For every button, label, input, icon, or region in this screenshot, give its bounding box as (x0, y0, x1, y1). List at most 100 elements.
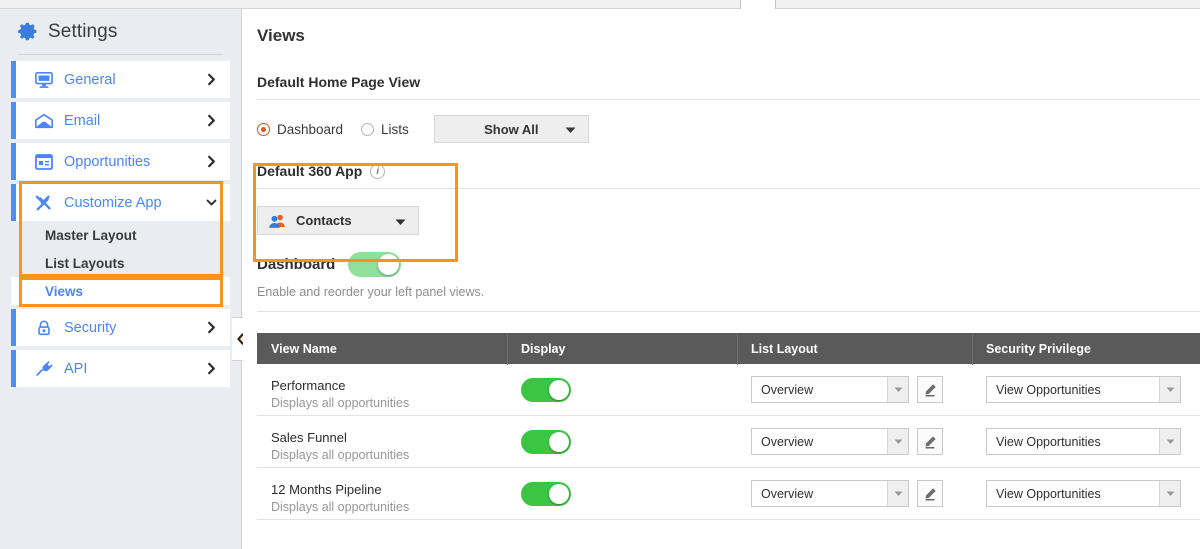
display-toggle[interactable] (521, 481, 571, 506)
default-360-app-header: Default 360 App i (257, 143, 1200, 179)
chevron-down-icon (887, 429, 908, 454)
window-list-icon (35, 153, 53, 170)
lock-icon (38, 319, 50, 335)
info-icon[interactable]: i (370, 163, 386, 179)
dashboard-label: Dashboard (257, 256, 336, 273)
sidebar-item-opportunities[interactable]: Opportunities (11, 143, 230, 180)
default-360-app-title: Default 360 App (257, 163, 363, 179)
chevron-right-icon (208, 155, 215, 168)
dashboard-toggle[interactable] (348, 252, 402, 277)
chevron-down-icon (206, 199, 217, 206)
edit-layout-button[interactable] (917, 480, 943, 507)
section-title: Default Home Page View (257, 74, 421, 90)
toggle-knob (549, 431, 569, 452)
home-view-type-radiogroup: Dashboard Lists Show All (257, 100, 1200, 143)
dashboard-helper-text: Enable and reorder your left panel views… (257, 285, 485, 299)
column-header-view-name: View Name (271, 341, 337, 356)
chevron-down-icon (395, 219, 406, 225)
dashboard-divider (257, 311, 1200, 312)
toggle-knob (549, 379, 569, 400)
show-all-label: Show All (484, 121, 539, 137)
sidebar-subitem-master-layout[interactable]: Master Layout (11, 221, 230, 249)
chevron-down-icon (1159, 481, 1180, 506)
chevron-down-icon (1159, 377, 1180, 402)
sidebar-item-email[interactable]: Email (11, 102, 230, 139)
chevron-right-icon (208, 73, 215, 86)
sidebar-item-label: General (64, 71, 116, 88)
tools-icon (35, 195, 51, 210)
app-screen: Settings General Email Opportunities Cus… (0, 0, 1200, 549)
chevron-right-icon (208, 114, 215, 127)
column-header-list-layout: List Layout (737, 333, 972, 365)
sidebar-subitem-label: List Layouts (45, 255, 125, 271)
view-name: Performance (271, 378, 346, 393)
sidebar-subitem-views[interactable]: Views (11, 277, 230, 305)
show-all-dropdown[interactable]: Show All (433, 115, 589, 143)
radio-lists[interactable]: Lists (361, 122, 409, 137)
display-toggle[interactable] (521, 377, 571, 402)
sidebar-item-label: Email (64, 112, 101, 129)
cell-display (507, 429, 737, 454)
customize-app-submenu: Master Layout List Layouts Views (11, 221, 230, 305)
edit-layout-button[interactable] (917, 428, 943, 455)
list-layout-select[interactable]: Overview (751, 480, 909, 507)
list-layout-select[interactable]: Overview (751, 376, 909, 403)
radio-dashboard[interactable]: Dashboard (257, 122, 343, 137)
sidebar-title: Settings (48, 20, 118, 42)
list-layout-value: Overview (761, 434, 814, 449)
security-privilege-select[interactable]: View Opportunities (986, 376, 1181, 403)
page-title: Views (257, 26, 305, 45)
sidebar-subitem-list-layouts[interactable]: List Layouts (11, 249, 230, 277)
table-row: Performance Displays all opportunities O… (257, 364, 1200, 416)
security-privilege-select[interactable]: View Opportunities (986, 480, 1181, 507)
browser-active-tab[interactable] (741, 0, 775, 9)
sidebar-item-label: Customize App (64, 194, 162, 211)
dashboard-enable-row: Dashboard (257, 235, 1200, 277)
view-name: 12 Months Pipeline (271, 482, 382, 497)
sidebar-item-label: Security (64, 319, 117, 336)
chevron-down-icon (887, 377, 908, 402)
tab-divider (775, 0, 776, 9)
sidebar-item-api[interactable]: API (11, 350, 230, 387)
radio-label: Dashboard (277, 121, 344, 137)
radio-label: Lists (381, 121, 409, 137)
display-toggle[interactable] (521, 429, 571, 454)
security-privilege-value: View Opportunities (996, 434, 1101, 449)
view-name: Sales Funnel (271, 430, 347, 445)
sidebar-item-customize-app[interactable]: Customize App (11, 184, 230, 221)
security-privilege-select[interactable]: View Opportunities (986, 428, 1181, 455)
column-header-security-privilege: Security Privilege (972, 333, 1200, 365)
monitor-icon (35, 71, 53, 88)
tab-divider (740, 0, 741, 9)
cell-list-layout: Overview (737, 376, 972, 403)
pencil-icon (925, 435, 936, 448)
sidebar-subitem-label: Master Layout (45, 227, 137, 243)
sidebar-item-security[interactable]: Security (11, 309, 230, 346)
view-description: Displays all opportunities (271, 448, 410, 462)
edit-layout-button[interactable] (917, 376, 943, 403)
chevron-right-icon (208, 321, 215, 334)
chevron-right-icon (208, 362, 215, 375)
cell-view-name: Sales Funnel Displays all opportunities (257, 421, 507, 462)
chevron-down-icon (887, 481, 908, 506)
default-360-app-dropdown[interactable]: Contacts (257, 206, 419, 235)
sidebar-item-label: API (64, 360, 88, 377)
toggle-knob (378, 254, 400, 275)
pencil-icon (925, 487, 936, 500)
view-description: Displays all opportunities (271, 396, 410, 410)
list-layout-select[interactable]: Overview (751, 428, 909, 455)
cell-view-name: 12 Months Pipeline Displays all opportun… (257, 473, 507, 514)
cell-view-name: Performance Displays all opportunities (257, 369, 507, 410)
table-header-row: View Name Display List Layout Security P… (257, 333, 1200, 365)
sidebar-header: Settings (11, 9, 230, 54)
list-layout-value: Overview (761, 382, 814, 397)
security-privilege-value: View Opportunities (996, 486, 1101, 501)
sidebar-item-general[interactable]: General (11, 61, 230, 98)
views-table: View Name Display List Layout Security P… (257, 333, 1200, 520)
chevron-down-icon (1159, 429, 1180, 454)
browser-tab-strip (0, 0, 1200, 9)
sidebar-subitem-label: Views (45, 283, 84, 299)
sidebar-header-divider (18, 54, 223, 55)
default-360-app-value: Contacts (296, 213, 352, 228)
column-header-display: Display (507, 333, 737, 365)
